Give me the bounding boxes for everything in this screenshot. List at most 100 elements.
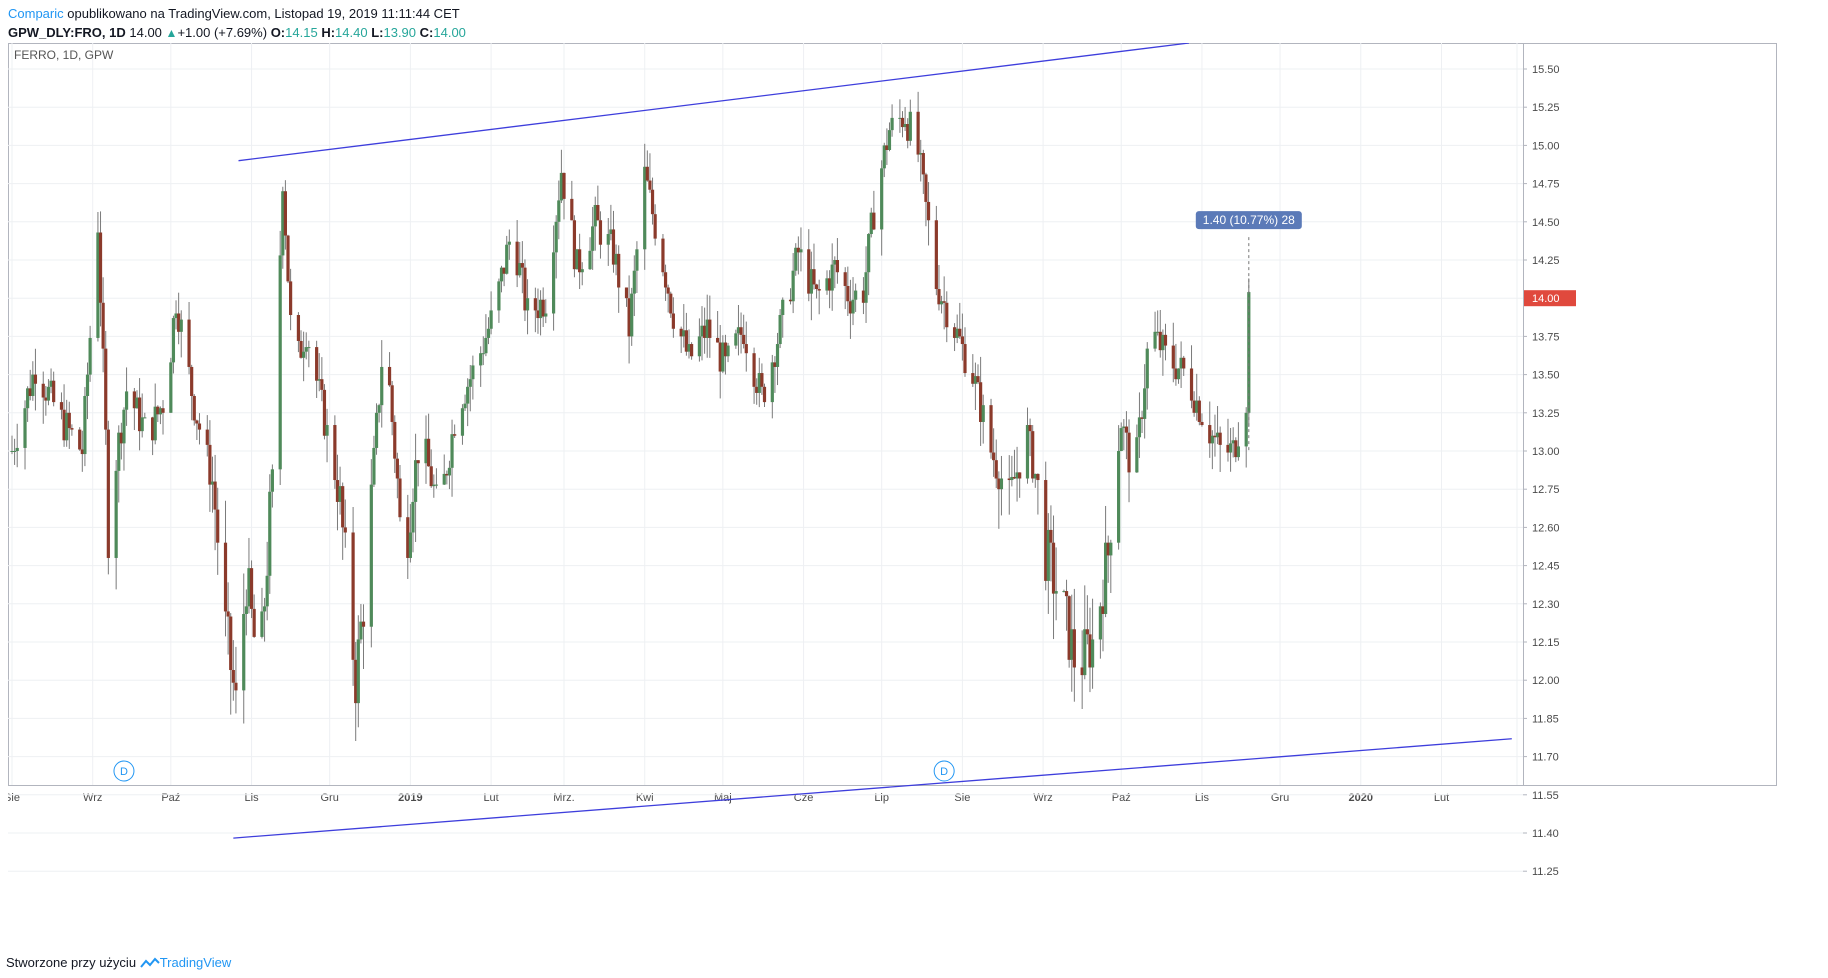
candle-body [1135, 437, 1139, 473]
candle-body [283, 191, 287, 236]
candle-body [1072, 629, 1076, 668]
candle-body [663, 272, 668, 288]
candle-body [1109, 542, 1113, 556]
candle-body [1197, 400, 1201, 422]
candle-body [908, 111, 912, 141]
candle-body [992, 452, 996, 461]
trendline[interactable] [238, 43, 1190, 162]
y-tick-label: 15.00 [1532, 140, 1560, 152]
tradingview-logo-icon [139, 957, 160, 972]
candle-body [369, 484, 373, 627]
candle-body [588, 250, 592, 270]
candle-body [1244, 412, 1248, 447]
candle-body [1143, 388, 1147, 419]
candle-body [278, 255, 282, 470]
ohlc-line: GPW_DLY:FRO, 1D 14.00 ▲+1.00 (+7.69%) O:… [8, 25, 466, 40]
candle-body [270, 469, 274, 492]
x-tick-label: 2019 [398, 792, 422, 804]
candle-body [635, 249, 639, 271]
candle-body [234, 682, 238, 691]
high-label: H: [321, 25, 336, 40]
candle-body [851, 299, 855, 314]
y-tick-label: 11.85 [1532, 713, 1559, 725]
candle-body [59, 402, 64, 410]
candle-body [666, 287, 670, 294]
publish-line: Comparic opublikowano na TradingView.com… [8, 6, 460, 21]
candle-body [1182, 357, 1186, 369]
y-tick-label: 14.75 [1532, 179, 1560, 191]
candle-body [197, 423, 202, 430]
candle-body [411, 501, 415, 533]
candle-body [268, 491, 272, 576]
candle-body [812, 269, 816, 285]
candle-body [450, 434, 454, 468]
candle-body [716, 337, 720, 343]
candle-body [653, 214, 657, 239]
candle-body [88, 337, 92, 375]
candle-body [890, 117, 894, 131]
candle-body [1054, 591, 1058, 594]
candle-body [262, 606, 267, 612]
candle-body [143, 417, 147, 419]
candle-body [817, 289, 821, 291]
candle-body [468, 379, 472, 387]
candle-body [580, 269, 584, 273]
candle-body [460, 408, 465, 436]
candle-body [814, 284, 819, 290]
candle-body [23, 408, 27, 448]
candle-body [351, 532, 355, 660]
candle-body [598, 220, 603, 245]
candle-body [1083, 629, 1087, 676]
candle-body [481, 353, 485, 355]
chart-area[interactable]: SieWrzPaźLisGru2019LutMrz.KwiMajCzeLipSi… [8, 43, 1778, 953]
dividend-marker-label: D [940, 766, 948, 778]
y-tick-label: 12.15 [1532, 637, 1560, 649]
candle-body [15, 447, 19, 451]
candlestick-chart[interactable]: SieWrzPaźLisGru2019LutMrz.KwiMajCzeLipSi… [8, 43, 1778, 953]
candle-body [762, 386, 767, 403]
candle-body [781, 299, 785, 316]
candle-body [252, 608, 256, 637]
candle-body [479, 353, 483, 366]
publisher-name[interactable]: Comparic [8, 6, 64, 21]
candle-body [244, 606, 248, 614]
candle-body [343, 527, 347, 533]
candle-body [393, 421, 397, 459]
candle-body [1163, 334, 1168, 346]
candle-body [533, 298, 537, 311]
candle-body [286, 235, 290, 282]
candle-body [1127, 432, 1131, 473]
candle-body [442, 473, 446, 485]
candle-body [1028, 425, 1032, 432]
candle-body [742, 334, 746, 345]
candle-body [1085, 629, 1089, 635]
trendline[interactable] [233, 738, 1512, 839]
candle-body [229, 616, 233, 671]
candle-body [1119, 428, 1123, 451]
candle-body [484, 337, 488, 354]
candle-body [570, 198, 574, 221]
candle-body [195, 420, 199, 424]
candle-body [632, 270, 636, 294]
x-tick-label: Paź [1112, 792, 1131, 804]
candle-body [596, 204, 600, 221]
candle-body [963, 344, 967, 374]
candle-body [416, 460, 420, 464]
footer: Stworzone przy użyciu TradingView [6, 955, 231, 972]
y-tick-label: 11.25 [1532, 866, 1559, 878]
chart-frame [8, 43, 1777, 786]
candle-body [124, 391, 129, 410]
x-tick-label: Lis [1195, 792, 1210, 804]
candle-body [429, 466, 433, 487]
candle-body [505, 244, 509, 274]
candle-body [395, 458, 399, 479]
candle-body [223, 542, 228, 612]
candle-body [265, 575, 269, 607]
candle-body [854, 290, 858, 300]
candle-body [325, 425, 329, 436]
candle-body [46, 386, 51, 401]
footer-brand[interactable]: TradingView [160, 955, 232, 970]
candle-body [1036, 473, 1040, 481]
candle-body [216, 509, 220, 543]
candle-body [1025, 425, 1030, 479]
